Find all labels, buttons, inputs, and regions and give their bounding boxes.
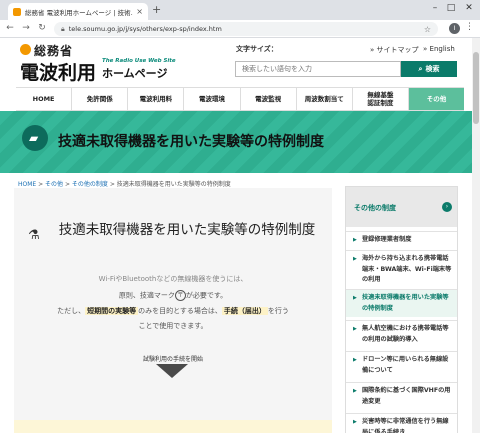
site-header: 総務省 電波利用 The Radio Use Web Site ホームページ 文… — [0, 38, 472, 86]
web-page: 総務省 電波利用 The Radio Use Web Site ホームページ 文… — [0, 38, 472, 433]
new-tab-button[interactable]: + — [152, 3, 161, 16]
sitemap-link[interactable]: » サイトマップ — [370, 45, 419, 55]
global-nav: HOME 免許関係 電波利用料 電波環境 電波監視 周波数割当て 無線基盤 認証… — [16, 87, 464, 111]
intro-line-2: 原則、技適マーク〒が必要です。 — [14, 290, 332, 301]
site-logo-subtitle-en: The Radio Use Web Site — [102, 58, 176, 64]
nav-item-home[interactable]: HOME — [16, 88, 73, 110]
procedure-section — [14, 420, 332, 433]
page-scrollbar[interactable] — [472, 38, 480, 433]
tab-close-icon[interactable]: × — [136, 7, 143, 16]
nav-item-monitoring[interactable]: 電波監視 — [241, 88, 297, 110]
down-arrow-icon[interactable] — [156, 364, 188, 378]
sitemap-label: サイトマップ — [376, 46, 419, 54]
intro-2b: が必要です。 — [185, 291, 228, 300]
intro-3e: を行う — [267, 307, 289, 315]
english-label: English — [429, 45, 455, 53]
search-button-label: 検索 — [425, 65, 440, 73]
intro-2a: 原則、技適マーク — [118, 291, 175, 300]
scrollbar-thumb[interactable] — [473, 52, 479, 124]
breadcrumb-home[interactable]: HOME — [18, 181, 36, 188]
sidebar-item-repair[interactable]: 登録修理業者制度 — [346, 231, 457, 249]
url-text: tele.soumu.go.jp/j/sys/others/exp-sp/ind… — [68, 25, 222, 33]
maximize-icon[interactable]: □ — [444, 3, 458, 13]
start-procedure-link[interactable]: 試験利用の手続を開始 — [14, 354, 332, 363]
nav-item-license[interactable]: 免許関係 — [72, 88, 129, 110]
minimize-icon[interactable]: – — [428, 3, 442, 13]
intro-line-3: ただし、 短期間の実験等 のみを目的とする場合は、 手続（届出） を行う — [14, 306, 332, 316]
search-icon: ⌕ — [418, 64, 423, 73]
back-icon[interactable]: ← — [4, 23, 16, 33]
intro-line-1: Wi-FiやBluetoothなどの無線機器を使うには、 — [98, 275, 248, 283]
sidebar-item-vhf[interactable]: 国際条約に基づく国際VHFの用途変更 — [346, 382, 457, 410]
browser-menu-icon[interactable]: ⋮ — [465, 22, 474, 32]
english-link[interactable]: » English — [423, 45, 455, 53]
address-bar: ← → ↻ 🔒︎ tele.soumu.go.jp/j/sys/others/e… — [0, 20, 480, 38]
profile-avatar[interactable]: I — [449, 23, 460, 34]
sidebar-item-experiment-special[interactable]: 技適未取得機器を用いた実験等の特例制度 — [346, 289, 457, 318]
nav-item-others[interactable]: その他 — [408, 88, 464, 110]
highlight-short-term: 短期間の実験等 — [85, 307, 139, 315]
forward-icon[interactable]: → — [20, 23, 32, 33]
breadcrumb-separator: > — [63, 181, 72, 188]
nav-item-usage-fee[interactable]: 電波利用料 — [128, 88, 185, 110]
tab-title: 総務省 電波利用ホームページ | 技術… — [25, 8, 134, 17]
sidebar-item-drone-phone[interactable]: 無人航空機における携帯電話等の利用の試験的導入 — [346, 320, 457, 348]
intro-line-4: ことで使用できます。 — [138, 322, 208, 330]
breadcrumb: HOME > その他 > その他の制度 > 技適未取得機器を用いた実験等の特例制… — [18, 179, 231, 188]
window-close-icon[interactable]: ✕ — [462, 3, 476, 13]
breadcrumb-separator: > — [107, 181, 117, 188]
bookmark-star-icon[interactable]: ☆ — [424, 25, 431, 34]
breadcrumb-others[interactable]: その他 — [45, 181, 63, 188]
text-size-label: 文字サイズ： — [236, 45, 278, 53]
search-input[interactable] — [235, 61, 401, 77]
sidebar: その他の制度 › 登録修理業者制度 海外から持ち込まれる携帯電話端末・BWA端末… — [345, 186, 458, 433]
breadcrumb-current: 技適未取得機器を用いた実験等の特例制度 — [116, 181, 231, 188]
intro-3a: ただし、 — [57, 307, 86, 315]
nav-item-environment[interactable]: 電波環境 — [184, 88, 241, 110]
breadcrumb-separator: > — [36, 181, 46, 188]
nav-item-certification[interactable]: 無線基盤 認証制度 — [353, 88, 409, 110]
browser-tab-bar: 総務省 電波利用ホームページ | 技術… × + – □ ✕ — [0, 0, 480, 20]
breadcrumb-system[interactable]: その他の制度 — [72, 181, 108, 188]
intro-3c: のみを目的とする場合は、 — [138, 307, 222, 315]
sidebar-item-overseas-terminals[interactable]: 海外から持ち込まれる携帯電話端末・BWA端末、Wi-Fi端末等の利用 — [346, 250, 457, 289]
browser-tab[interactable]: 総務省 電波利用ホームページ | 技術… × — [8, 3, 148, 20]
page-hero-banner: ▰ 技適未取得機器を用いた実験等の特例制度 — [0, 111, 472, 173]
chevron-right-icon: › — [442, 202, 452, 212]
sidebar-header[interactable]: その他の制度 › — [346, 187, 457, 227]
main-title: 技適未取得機器を用いた実験等の特例制度 — [58, 222, 316, 238]
site-logo-subtitle-jp[interactable]: ホームページ — [102, 65, 167, 81]
flask-icon: ⚗ — [28, 228, 40, 243]
highlight-notification: 手続（届出） — [221, 307, 268, 315]
folder-icon: ▰ — [29, 131, 39, 145]
reload-icon[interactable]: ↻ — [36, 23, 48, 33]
site-favicon-icon — [13, 7, 21, 16]
site-logo-title[interactable]: 電波利用 — [20, 58, 96, 85]
main-content-card: ⚗ 技適未取得機器を用いた実験等の特例制度 Wi-FiやBluetoothなどの… — [14, 188, 332, 433]
ministry-name[interactable]: 総務省 — [34, 42, 73, 59]
sidebar-item-emergency[interactable]: 災害時等に非常通信を行う無線局に係る手続き — [346, 413, 457, 433]
nav-item-frequency[interactable]: 周波数割当て — [297, 88, 353, 110]
ministry-logo-icon — [20, 44, 31, 55]
lock-icon: 🔒︎ — [61, 24, 65, 33]
giteki-mark-icon: 〒 — [174, 290, 186, 301]
sidebar-title: その他の制度 — [354, 204, 396, 212]
sidebar-item-drone-radio[interactable]: ドローン等に用いられる無線設備について — [346, 351, 457, 379]
url-field[interactable]: 🔒︎ tele.soumu.go.jp/j/sys/others/exp-sp/… — [54, 22, 438, 36]
page-title: 技適未取得機器を用いた実験等の特例制度 — [58, 134, 324, 150]
search-button[interactable]: ⌕ 検索 — [401, 61, 457, 77]
